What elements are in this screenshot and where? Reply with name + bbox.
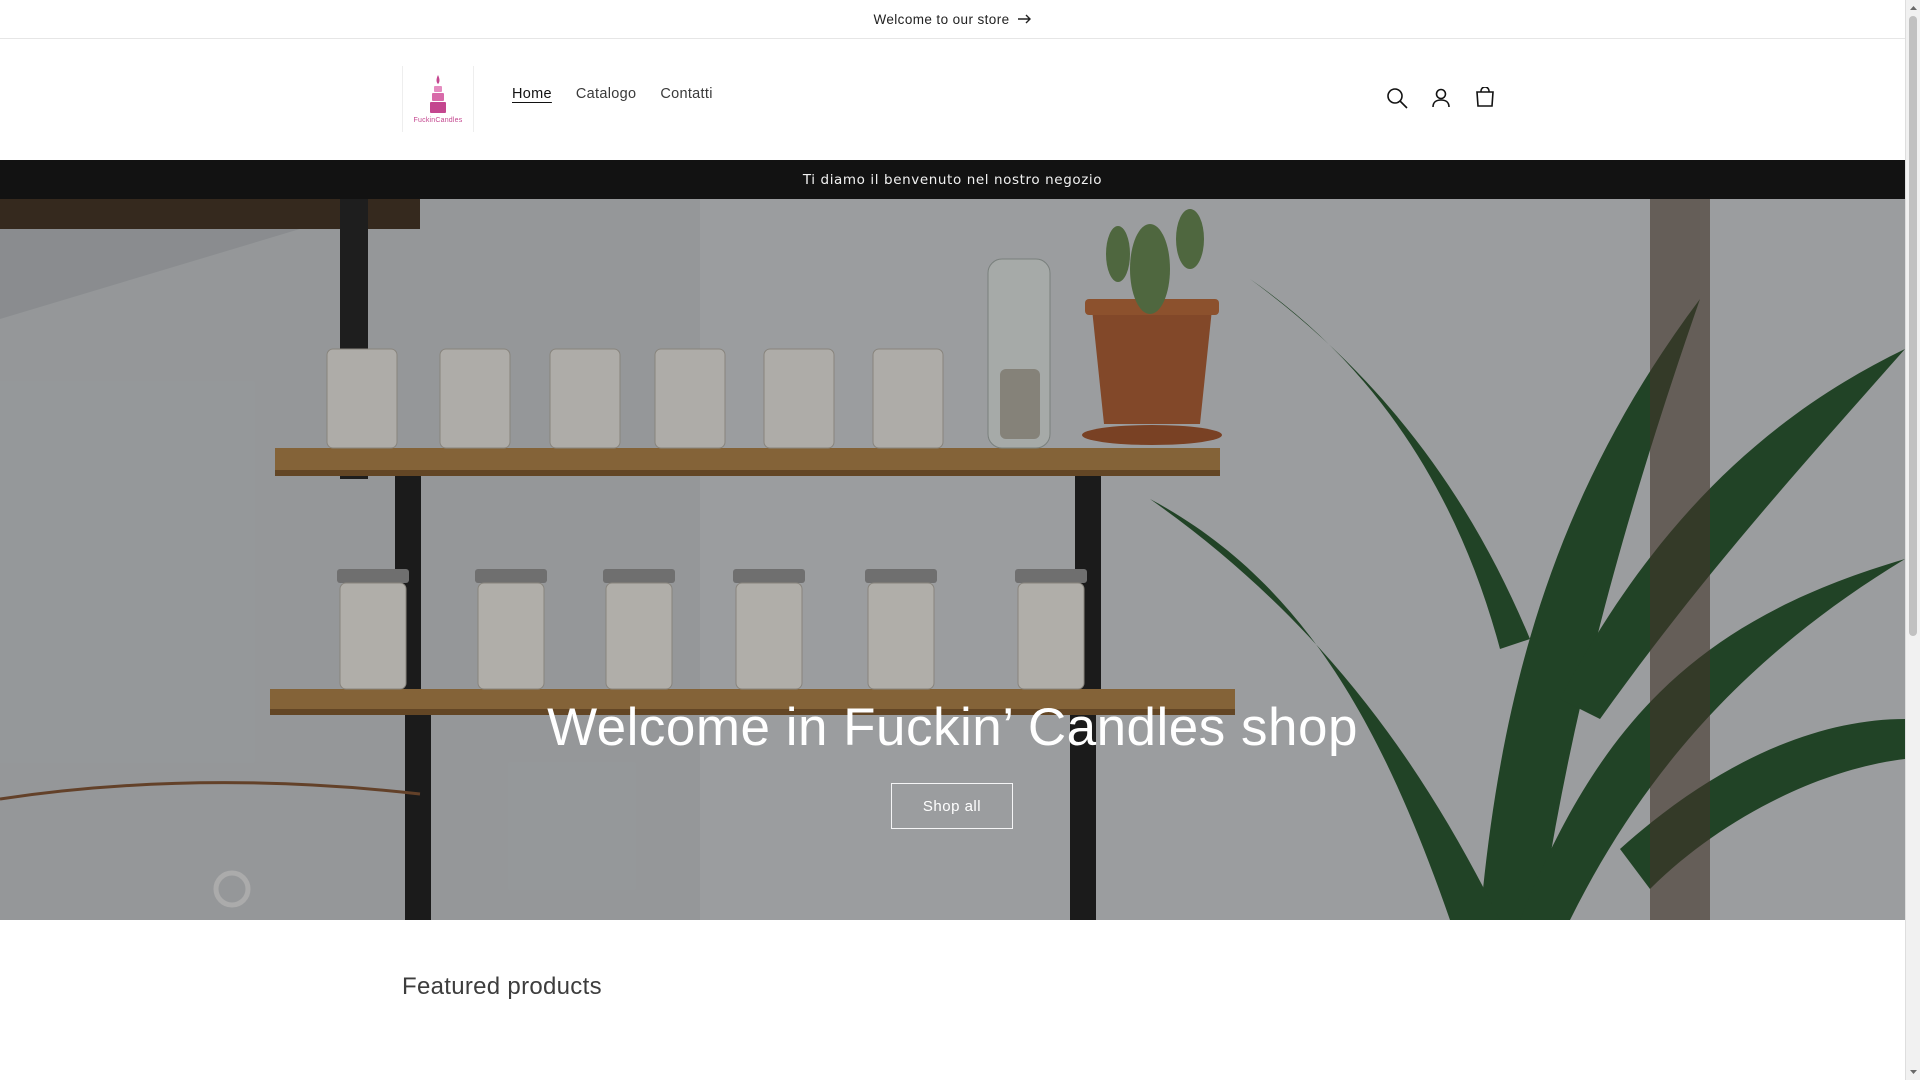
shop-all-button[interactable]: Shop all bbox=[891, 783, 1013, 829]
nav-item-contatti[interactable]: Contatti bbox=[648, 86, 724, 102]
store-logo[interactable]: FuckinCandles bbox=[402, 66, 474, 132]
welcome-banner: Ti diamo il benvenuto nel nostro negozio bbox=[0, 160, 1905, 199]
site-header: FuckinCandles Home Catalogo Contatti bbox=[0, 39, 1905, 160]
scrollbar-thumb[interactable] bbox=[1909, 16, 1917, 636]
search-icon[interactable] bbox=[1385, 86, 1409, 110]
featured-products-title: Featured products bbox=[402, 973, 602, 1000]
announcement-bar[interactable]: Welcome to our store bbox=[0, 0, 1905, 39]
cart-icon[interactable] bbox=[1473, 86, 1497, 110]
announcement-text[interactable]: Welcome to our store bbox=[873, 12, 1009, 27]
candle-logo-icon bbox=[430, 74, 446, 113]
logo-wordmark: FuckinCandles bbox=[413, 116, 463, 124]
page: Welcome to our store FuckinCandles Home … bbox=[0, 0, 1905, 1080]
welcome-banner-text: Ti diamo il benvenuto nel nostro negozio bbox=[802, 171, 1103, 188]
nav-item-home[interactable]: Home bbox=[500, 86, 564, 102]
header-icons bbox=[1385, 86, 1497, 110]
scroll-down-icon[interactable] bbox=[1909, 1068, 1918, 1077]
arrow-right-icon bbox=[1017, 14, 1032, 24]
nav-item-catalogo[interactable]: Catalogo bbox=[564, 86, 648, 102]
hero-banner: Welcome in Fuckin’ Candles shop Shop all bbox=[0, 199, 1905, 920]
page-scrollbar[interactable] bbox=[1905, 0, 1920, 1080]
hero-title: Welcome in Fuckin’ Candles shop bbox=[547, 698, 1358, 757]
scroll-up-icon[interactable] bbox=[1909, 3, 1918, 12]
main-nav: Home Catalogo Contatti bbox=[500, 86, 725, 102]
account-icon[interactable] bbox=[1429, 86, 1453, 110]
